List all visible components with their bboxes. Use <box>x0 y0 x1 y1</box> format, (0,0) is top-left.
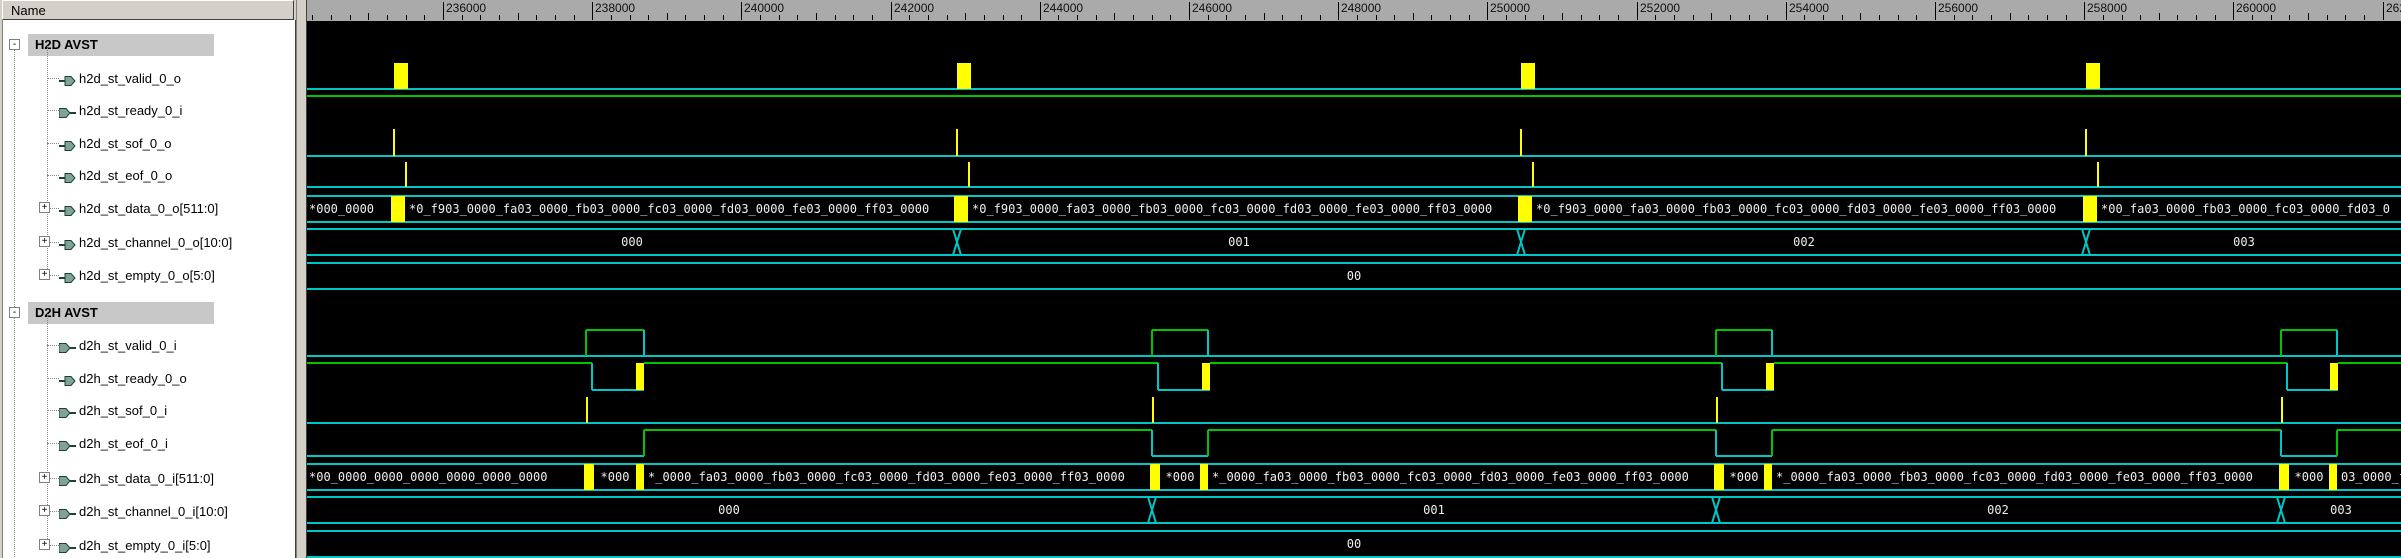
d2h-data-separator <box>1200 464 1208 490</box>
d2h-ready-mark <box>636 363 644 390</box>
d2h-data-value: *_0000_fa03_0000_fb03_0000_fc03_0000_fd0… <box>1212 470 1689 484</box>
d2h-data-separator <box>1150 464 1160 490</box>
d2h-data-value: *000 <box>1166 470 1195 484</box>
h2d-valid-pulse <box>957 63 971 89</box>
d2h-data-value: *_0000_fa03_0000_fb03_0000_fc03_0000_fd0… <box>1776 470 2253 484</box>
waveform-canvas[interactable]: *000_0000 *0_f903_0000_fa03_0000_fb03_000… <box>0 0 2401 558</box>
d2h-data-value: *000 <box>601 470 630 484</box>
d2h-data-separator <box>584 464 594 490</box>
d2h-data-separator <box>1764 464 1772 490</box>
d2h-data-separator <box>636 464 644 490</box>
d2h-ready-mark <box>1766 363 1774 390</box>
d2h-channel-value: 000 <box>718 503 740 517</box>
h2d-channel-value: 001 <box>1228 235 1250 249</box>
d2h-ready-mark <box>2330 363 2338 390</box>
h2d-data-value: *00_fa03_0000_fb03_0000_fc03_0000_fd03_0 <box>2101 202 2390 216</box>
wave-panel: 236000 238000 240000 242000 244000 246000 2480… <box>307 0 2401 558</box>
h2d-valid-pulse <box>2086 63 2100 89</box>
d2h-empty-value: 00 <box>1347 537 1361 551</box>
h2d-data-value: *0_f903_0000_fa03_0000_fb03_0000_fc03_00… <box>1536 202 2056 216</box>
d2h-data-value: *000 <box>1730 470 1759 484</box>
h2d-data-separator <box>2083 196 2097 222</box>
h2d-data-value: *000_0000 <box>309 202 374 216</box>
d2h-channel-value: 003 <box>2330 503 2352 517</box>
d2h-data-value: 03_0000_f <box>2341 470 2401 484</box>
h2d-data-value: *0_f903_0000_fa03_0000_fb03_0000_fc03_00… <box>972 202 1492 216</box>
d2h-data-separator <box>2279 464 2289 490</box>
h2d-channel-value: 002 <box>1793 235 1815 249</box>
d2h-data-value: *_0000_fa03_0000_fb03_0000_fc03_0000_fd0… <box>648 470 1125 484</box>
waveform-viewer-window: Name - H2D AVST h2d_st_valid_0_o h2d_st_rea… <box>0 0 2401 558</box>
h2d-channel-value: 003 <box>2233 235 2255 249</box>
d2h-data-separator <box>1714 464 1724 490</box>
h2d-empty-value: 00 <box>1347 269 1361 283</box>
h2d-data-separator <box>391 196 405 222</box>
d2h-channel-value: 001 <box>1423 503 1445 517</box>
h2d-data-value: *0_f903_0000_fa03_0000_fb03_0000_fc03_00… <box>409 202 929 216</box>
d2h-data-value: *000 <box>2295 470 2324 484</box>
h2d-valid-pulse <box>394 63 408 89</box>
d2h-data-separator <box>2329 464 2337 490</box>
d2h-data-value: *00_0000_0000_0000_0000_0000_0000 <box>309 470 547 484</box>
h2d-data-separator <box>954 196 968 222</box>
d2h-ready-mark <box>1202 363 1210 390</box>
d2h-channel-value: 002 <box>1987 503 2009 517</box>
h2d-valid-pulse <box>1521 63 1535 89</box>
h2d-data-separator <box>1518 196 1532 222</box>
h2d-channel-value: 000 <box>621 235 643 249</box>
